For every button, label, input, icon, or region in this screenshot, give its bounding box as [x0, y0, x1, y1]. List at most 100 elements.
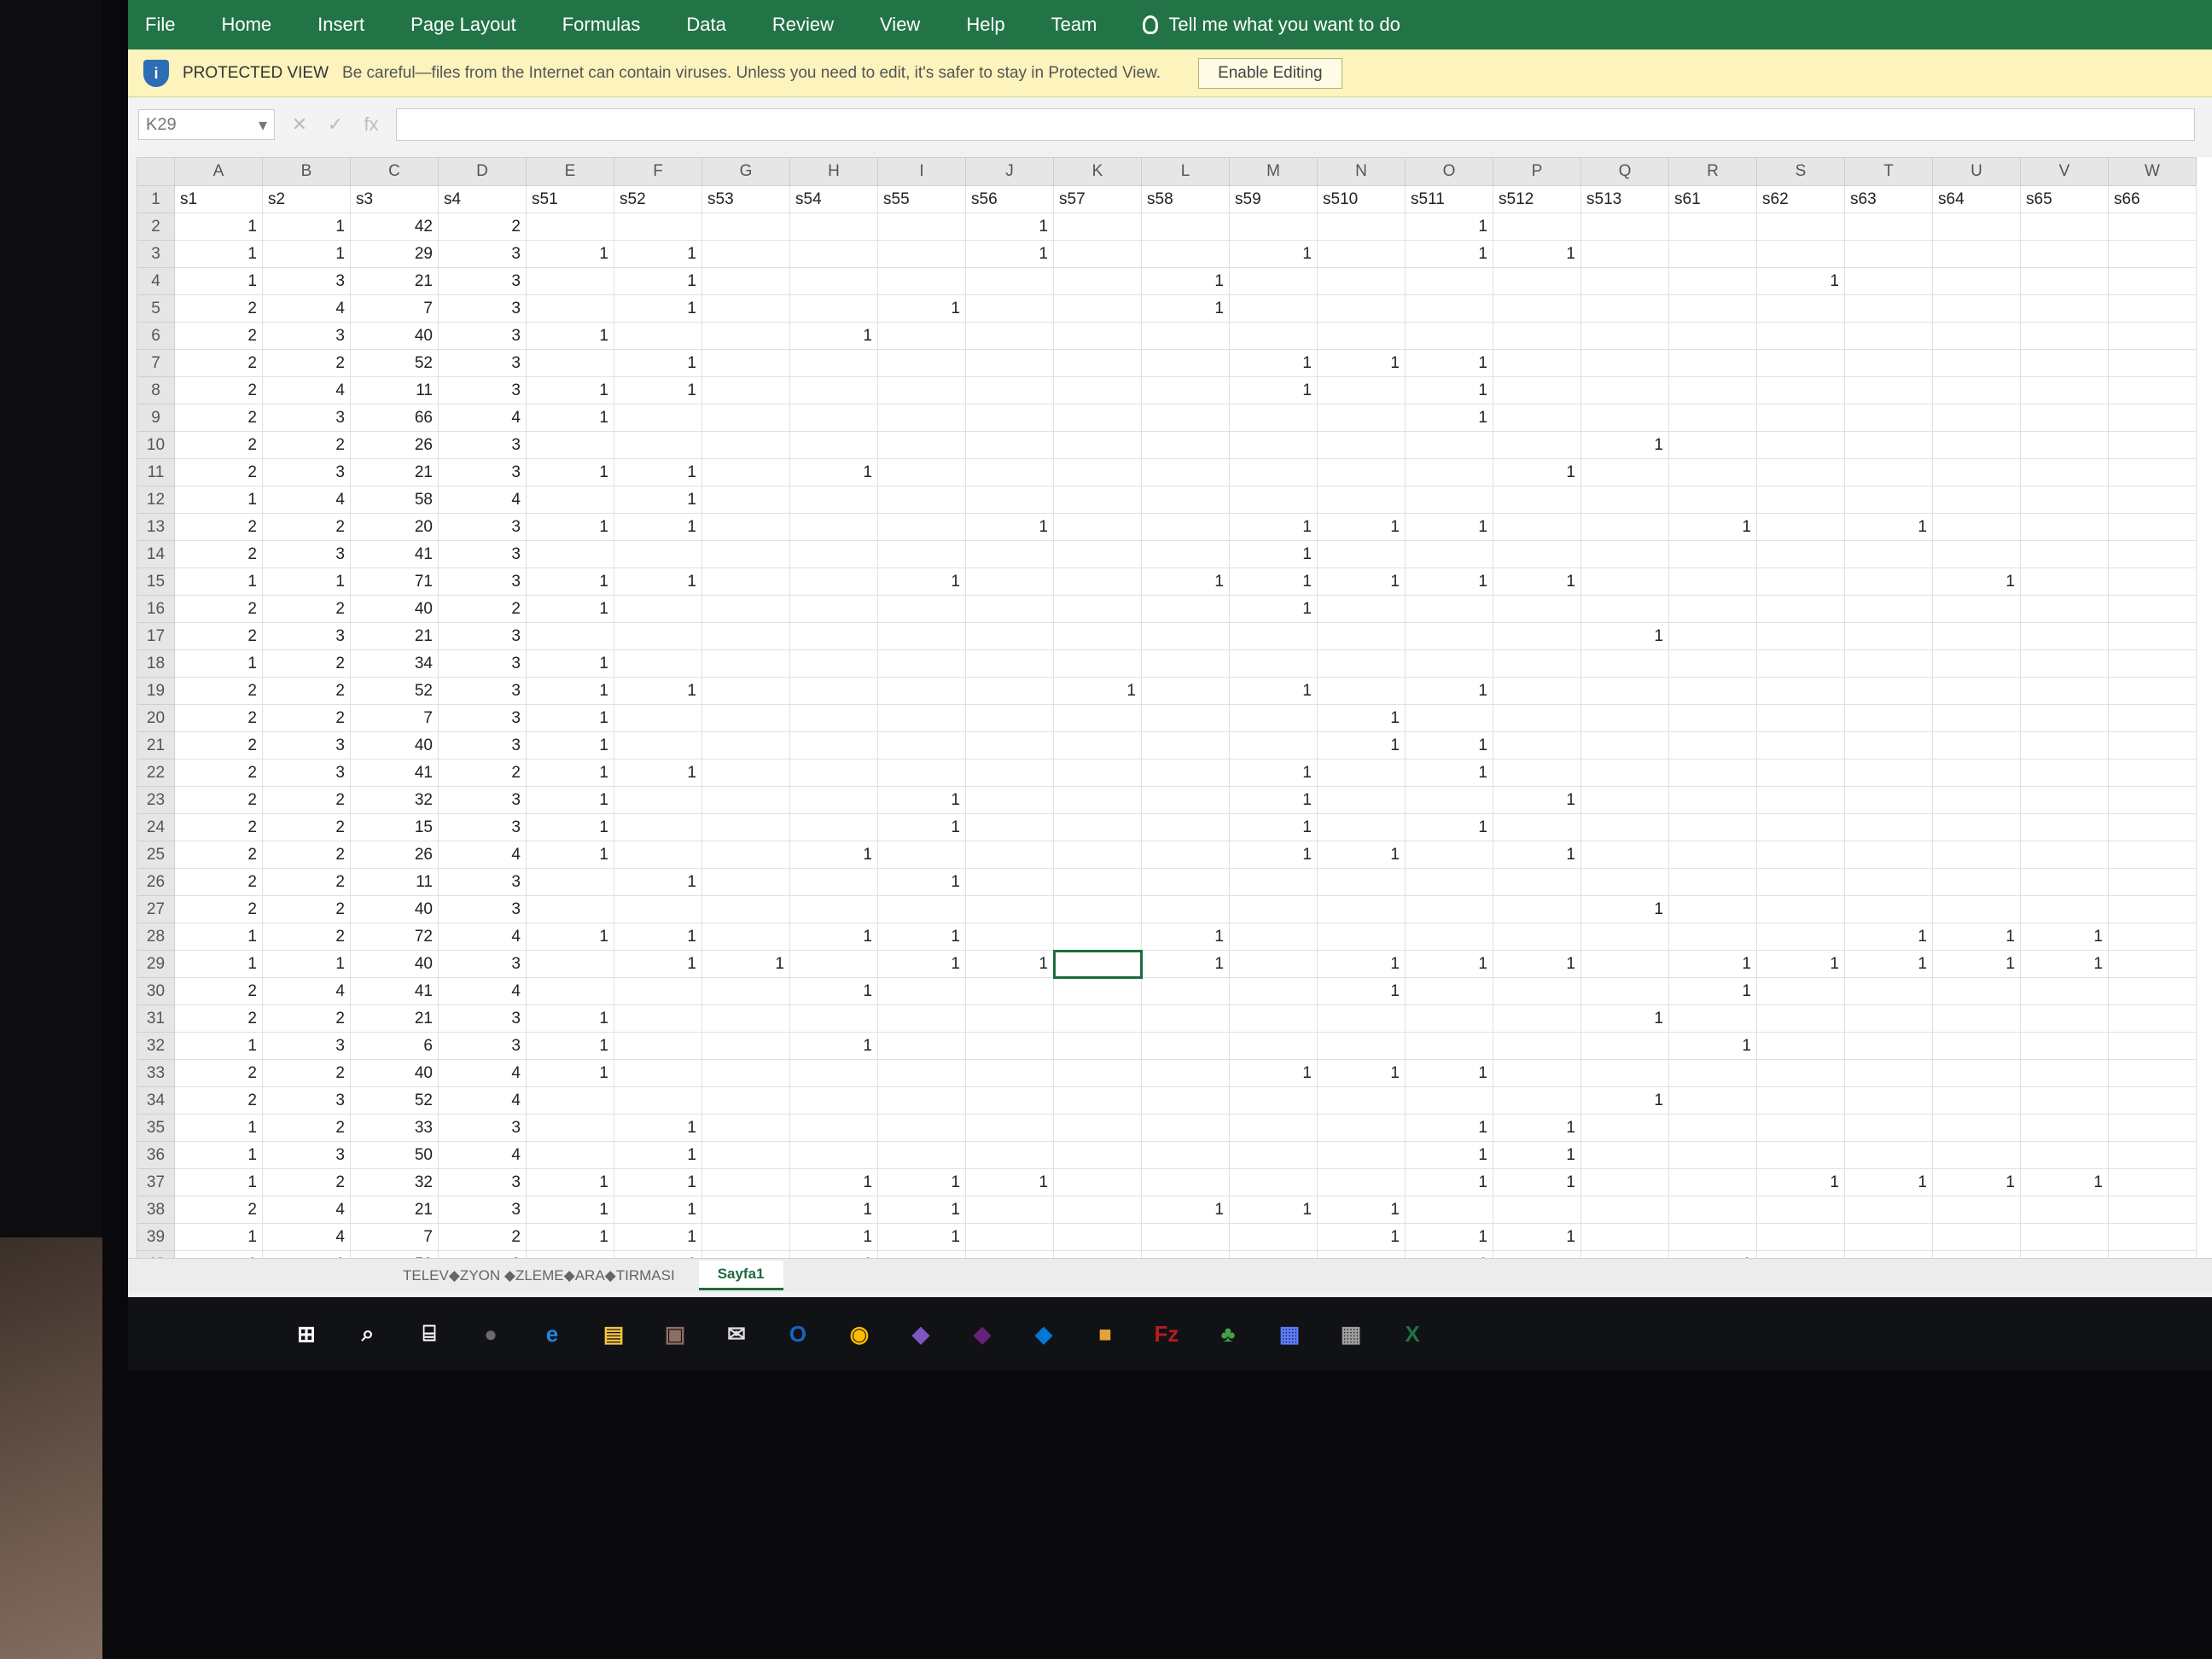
cell-j4[interactable] [965, 267, 1054, 295]
cell-d33[interactable]: 4 [438, 1059, 527, 1087]
cell-f36[interactable]: 1 [614, 1141, 702, 1169]
cell-u25[interactable] [1932, 841, 2021, 869]
cell-b22[interactable]: 3 [262, 759, 351, 787]
column-header-q[interactable]: Q [1580, 157, 1669, 186]
column-title-cell[interactable]: s56 [965, 185, 1054, 213]
cell-h12[interactable] [789, 486, 878, 514]
cell-r7[interactable] [1668, 349, 1757, 377]
column-title-cell[interactable]: s510 [1317, 185, 1406, 213]
cell-o16[interactable] [1405, 595, 1493, 623]
cell-p34[interactable] [1493, 1086, 1581, 1115]
cell-g31[interactable] [701, 1004, 790, 1033]
cell-d35[interactable]: 3 [438, 1114, 527, 1142]
cell-o23[interactable] [1405, 786, 1493, 814]
cell-v32[interactable] [2020, 1032, 2109, 1060]
cell-s11[interactable] [1756, 458, 1845, 486]
cell-b38[interactable]: 4 [262, 1196, 351, 1224]
cell-e13[interactable]: 1 [526, 513, 614, 541]
cell-s19[interactable] [1756, 677, 1845, 705]
cell-i8[interactable] [877, 376, 966, 405]
filezilla-icon[interactable]: Fz [1150, 1318, 1183, 1350]
cell-u31[interactable] [1932, 1004, 2021, 1033]
cell-t30[interactable] [1844, 977, 1933, 1005]
cell-j16[interactable] [965, 595, 1054, 623]
cell-s26[interactable] [1756, 868, 1845, 896]
cell-t27[interactable] [1844, 895, 1933, 923]
cell-l27[interactable] [1141, 895, 1230, 923]
cell-p24[interactable] [1493, 813, 1581, 841]
cell-s28[interactable] [1756, 923, 1845, 951]
column-header-w[interactable]: W [2108, 157, 2197, 186]
cell-h17[interactable] [789, 622, 878, 650]
column-header-h[interactable]: H [789, 157, 878, 186]
row-header[interactable]: 19 [137, 677, 175, 705]
cell-i31[interactable] [877, 1004, 966, 1033]
cell-d12[interactable]: 4 [438, 486, 527, 514]
cell-d34[interactable]: 4 [438, 1086, 527, 1115]
cell-n20[interactable]: 1 [1317, 704, 1406, 732]
cell-q38[interactable] [1580, 1196, 1669, 1224]
cell-p5[interactable] [1493, 294, 1581, 323]
cell-r15[interactable] [1668, 568, 1757, 596]
cell-w28[interactable] [2108, 923, 2197, 951]
cell-d5[interactable]: 3 [438, 294, 527, 323]
cell-l34[interactable] [1141, 1086, 1230, 1115]
windows-start-icon[interactable]: ⊞ [290, 1318, 323, 1350]
cell-e23[interactable]: 1 [526, 786, 614, 814]
cell-h2[interactable] [789, 212, 878, 241]
cell-i4[interactable] [877, 267, 966, 295]
column-header-e[interactable]: E [526, 157, 614, 186]
cell-s13[interactable] [1756, 513, 1845, 541]
cell-g17[interactable] [701, 622, 790, 650]
cell-h10[interactable] [789, 431, 878, 459]
cell-i21[interactable] [877, 731, 966, 760]
cell-n17[interactable] [1317, 622, 1406, 650]
cell-a34[interactable]: 2 [174, 1086, 263, 1115]
cell-s18[interactable] [1756, 649, 1845, 678]
cell-f5[interactable]: 1 [614, 294, 702, 323]
column-header-k[interactable]: K [1053, 157, 1142, 186]
cell-i14[interactable] [877, 540, 966, 568]
cell-b14[interactable]: 3 [262, 540, 351, 568]
cell-n27[interactable] [1317, 895, 1406, 923]
cell-a12[interactable]: 1 [174, 486, 263, 514]
cell-o2[interactable]: 1 [1405, 212, 1493, 241]
cell-w25[interactable] [2108, 841, 2197, 869]
cell-a30[interactable]: 2 [174, 977, 263, 1005]
search-icon[interactable]: ⌕ [352, 1318, 384, 1350]
cell-m21[interactable] [1229, 731, 1318, 760]
cell-v34[interactable] [2020, 1086, 2109, 1115]
cell-t13[interactable]: 1 [1844, 513, 1933, 541]
cell-v28[interactable]: 1 [2020, 923, 2109, 951]
column-header-r[interactable]: R [1668, 157, 1757, 186]
cell-j20[interactable] [965, 704, 1054, 732]
column-title-cell[interactable]: s1 [174, 185, 263, 213]
cell-b2[interactable]: 1 [262, 212, 351, 241]
cell-r25[interactable] [1668, 841, 1757, 869]
cell-a14[interactable]: 2 [174, 540, 263, 568]
cell-f6[interactable] [614, 322, 702, 350]
cell-f2[interactable] [614, 212, 702, 241]
row-header[interactable]: 32 [137, 1032, 175, 1060]
cell-b4[interactable]: 3 [262, 267, 351, 295]
cell-h7[interactable] [789, 349, 878, 377]
cell-i11[interactable] [877, 458, 966, 486]
cell-n4[interactable] [1317, 267, 1406, 295]
cell-u38[interactable] [1932, 1196, 2021, 1224]
cell-v12[interactable] [2020, 486, 2109, 514]
cell-a22[interactable]: 2 [174, 759, 263, 787]
cell-m33[interactable]: 1 [1229, 1059, 1318, 1087]
cell-k28[interactable] [1053, 923, 1142, 951]
cell-n12[interactable] [1317, 486, 1406, 514]
cell-l6[interactable] [1141, 322, 1230, 350]
cell-u20[interactable] [1932, 704, 2021, 732]
row-header[interactable]: 21 [137, 731, 175, 760]
cell-r19[interactable] [1668, 677, 1757, 705]
cell-o7[interactable]: 1 [1405, 349, 1493, 377]
edge-icon[interactable]: e [536, 1318, 568, 1350]
cell-p6[interactable] [1493, 322, 1581, 350]
cell-g32[interactable] [701, 1032, 790, 1060]
cell-h28[interactable]: 1 [789, 923, 878, 951]
cell-u32[interactable] [1932, 1032, 2021, 1060]
cell-j37[interactable]: 1 [965, 1168, 1054, 1196]
